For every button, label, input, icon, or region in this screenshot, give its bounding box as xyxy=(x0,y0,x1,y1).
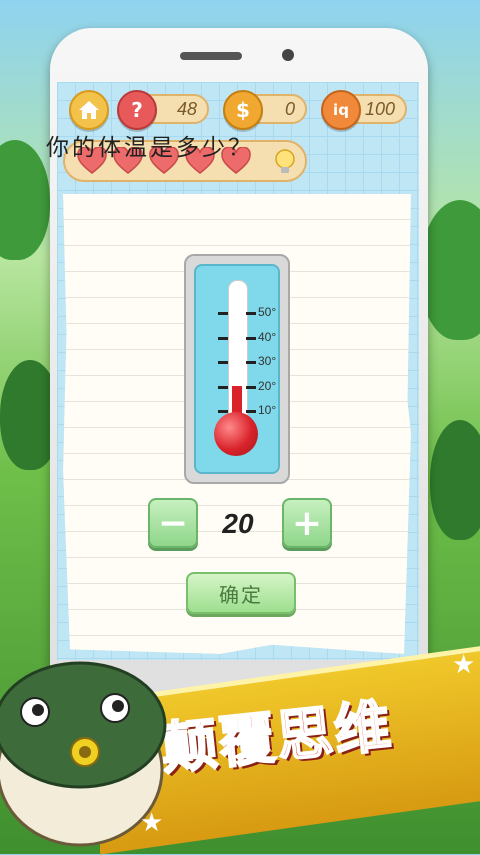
coin-count: 0 xyxy=(284,98,295,119)
question-text: 你的体温是多少？ xyxy=(46,135,254,161)
scale-tick xyxy=(246,361,256,364)
decrease-button[interactable]: − xyxy=(148,498,198,548)
scale-label: 50° xyxy=(258,305,277,319)
home-button[interactable] xyxy=(69,90,109,130)
scale-label: 30° xyxy=(258,354,277,368)
coin-icon[interactable]: $ xyxy=(223,90,263,130)
thermometer-bulb xyxy=(214,412,258,456)
scale-tick xyxy=(218,361,228,364)
scale-tick xyxy=(246,385,256,389)
temperature-value: 20 xyxy=(222,508,254,539)
phone-camera xyxy=(282,49,294,61)
scale-tick xyxy=(218,385,228,389)
increase-button[interactable]: + xyxy=(282,498,332,548)
scale-label: 10° xyxy=(258,403,277,417)
confirm-button[interactable]: 确定 xyxy=(186,572,296,614)
scale-tick xyxy=(218,336,228,340)
scale-tick xyxy=(246,410,256,413)
scale-label: 40° xyxy=(258,329,277,344)
scale-label: 20° xyxy=(258,378,277,393)
sparkle-icon: ★ xyxy=(140,808,164,838)
scale-tick xyxy=(218,312,228,315)
hint-count: 48 xyxy=(176,98,197,119)
background-tree xyxy=(430,420,480,540)
iq-icon[interactable]: iq xyxy=(321,90,361,130)
scale-tick xyxy=(246,336,256,340)
scale-tick xyxy=(218,410,228,413)
scale-tick xyxy=(246,312,256,315)
iq-value: 100 xyxy=(364,98,395,119)
question-icon[interactable]: ? xyxy=(117,90,157,130)
background-tree xyxy=(420,200,480,340)
sparkle-icon: ★ xyxy=(452,650,476,680)
home-icon xyxy=(79,101,99,119)
background-tree xyxy=(0,140,50,260)
phone-speaker xyxy=(180,52,242,60)
